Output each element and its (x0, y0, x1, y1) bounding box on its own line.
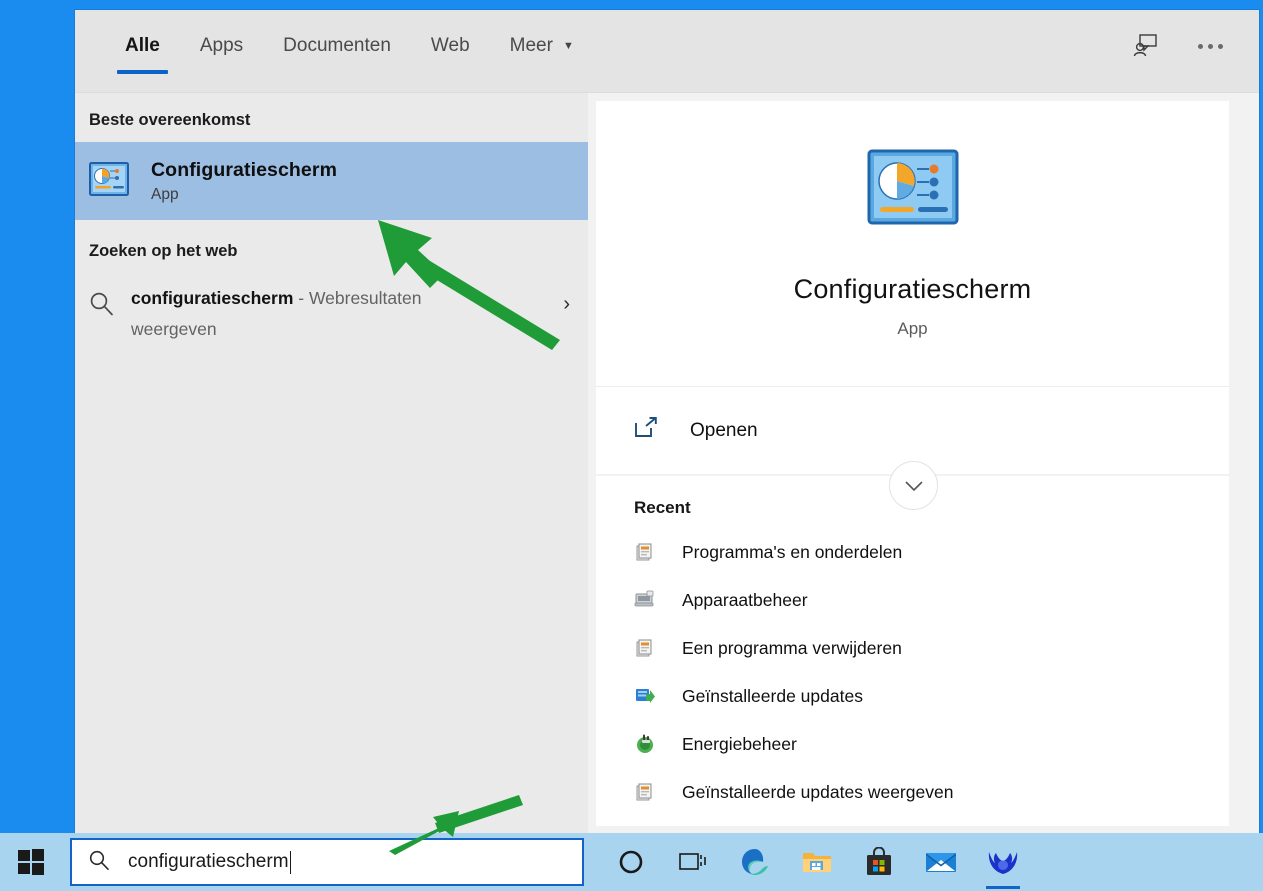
text-cursor (289, 850, 292, 874)
web-result-text: configuratiescherm - Webresultaten weerg… (131, 281, 491, 345)
chevron-down-icon (904, 480, 923, 491)
recent-item-programmas-en-onderdelen[interactable]: Programma's en onderdelen (596, 528, 1229, 576)
preview-app-type: App (897, 318, 928, 338)
start-button[interactable] (0, 833, 62, 891)
edge-icon[interactable] (724, 833, 786, 891)
web-search-header: Zoeken op het web (89, 242, 238, 260)
tab-meer-label: Meer (509, 35, 553, 56)
web-result-row[interactable]: configuratiescherm - Webresultaten weerg… (75, 273, 588, 353)
installed-updates-icon (634, 685, 656, 707)
programs-features-icon (634, 781, 656, 803)
header-actions (1129, 10, 1259, 82)
preview-app-name: Configuratiescherm (793, 273, 1032, 304)
more-options-icon[interactable] (1193, 29, 1227, 63)
search-input-wrap: configuratiescherm (128, 850, 292, 874)
search-tab-bar: Alle Apps Documenten Web Meer ▼ (75, 10, 594, 82)
programs-features-icon (634, 541, 656, 563)
more-options-dots (1197, 43, 1223, 49)
best-match-result-configuratiescherm[interactable]: Configuratiescherm App (75, 142, 588, 220)
expand-details-button[interactable] (889, 461, 938, 510)
recent-item-een-programma-verwijderen[interactable]: Een programma verwijderen (596, 624, 1229, 672)
tab-active-underline (117, 70, 168, 74)
web-result-query: configuratiescherm (131, 288, 294, 308)
recent-items-card: Recent Programma's en onderdelen Apparaa… (596, 476, 1229, 826)
search-icon (88, 849, 110, 876)
tab-alle[interactable]: Alle (105, 10, 180, 82)
taskbar-app-icons (600, 833, 1034, 891)
best-match-title: Configuratiescherm (151, 158, 338, 181)
search-header: Alle Apps Documenten Web Meer ▼ (75, 10, 1259, 93)
recent-item-label: Een programma verwijderen (682, 637, 902, 658)
device-manager-icon (634, 589, 656, 611)
task-view-icon[interactable] (662, 833, 724, 891)
desktop-background: Alle Apps Documenten Web Meer ▼ Beste ov… (0, 0, 1263, 891)
open-external-icon (634, 417, 658, 444)
app-active-indicator (986, 886, 1020, 889)
recent-item-label: Apparaatbeheer (682, 589, 808, 610)
open-action-label[interactable]: Openen (690, 420, 758, 442)
tab-apps-label: Apps (199, 35, 244, 56)
best-match-subtitle: App (151, 185, 179, 203)
control-panel-icon (89, 161, 129, 201)
search-results-column: Beste overeenkomst Configuratiescherm Ap… (75, 93, 588, 833)
tab-documenten[interactable]: Documenten (263, 10, 411, 82)
cortana-icon[interactable] (600, 833, 662, 891)
recent-item-label: Geïnstalleerde updates (682, 685, 863, 706)
search-body: Beste overeenkomst Configuratiescherm Ap… (75, 93, 1259, 833)
search-icon (89, 281, 131, 325)
app-actions-card: Openen (596, 386, 1229, 510)
tab-alle-label: Alle (125, 35, 160, 56)
recent-item-geinstalleerde-updates-weergeven[interactable]: Geïnstalleerde updates weergeven (596, 768, 1229, 816)
app-preview-card: Configuratiescherm App (596, 101, 1229, 386)
programs-features-icon (634, 637, 656, 659)
search-input[interactable]: configuratiescherm (128, 851, 289, 873)
power-options-icon (634, 733, 656, 755)
recent-item-geinstalleerde-updates[interactable]: Geïnstalleerde updates (596, 672, 1229, 720)
tab-web-label: Web (430, 35, 470, 56)
recent-item-label: Energiebeheer (682, 733, 797, 754)
feedback-person-icon[interactable] (1129, 29, 1163, 63)
chevron-down-icon: ▼ (562, 39, 574, 52)
recent-item-energiebeheer[interactable]: Energiebeheer (596, 720, 1229, 768)
preview-column: Configuratiescherm App Openen Recent Pro… (588, 93, 1259, 833)
taskbar: configuratiescherm (0, 833, 1263, 891)
recent-item-label: Programma's en onderdelen (682, 541, 903, 562)
recent-item-apparaatbeheer[interactable]: Apparaatbeheer (596, 576, 1229, 624)
best-match-text: Configuratiescherm App (151, 159, 337, 204)
tab-web[interactable]: Web (411, 10, 490, 82)
best-match-header: Beste overeenkomst (89, 111, 251, 129)
file-explorer-icon[interactable] (786, 833, 848, 891)
malwarebytes-icon[interactable] (972, 833, 1034, 891)
tab-apps[interactable]: Apps (180, 10, 263, 82)
mail-icon[interactable] (910, 833, 972, 891)
windows-search-flyout: Alle Apps Documenten Web Meer ▼ Beste ov… (75, 10, 1259, 833)
recent-item-label: Geïnstalleerde updates weergeven (682, 781, 954, 802)
taskbar-search-box[interactable]: configuratiescherm (70, 838, 584, 886)
windows-logo-icon (18, 849, 44, 875)
microsoft-store-icon[interactable] (848, 833, 910, 891)
tab-meer[interactable]: Meer ▼ (490, 10, 594, 82)
control-panel-large-icon (867, 149, 959, 230)
tab-documenten-label: Documenten (283, 35, 391, 56)
chevron-right-icon[interactable]: › (563, 281, 574, 316)
